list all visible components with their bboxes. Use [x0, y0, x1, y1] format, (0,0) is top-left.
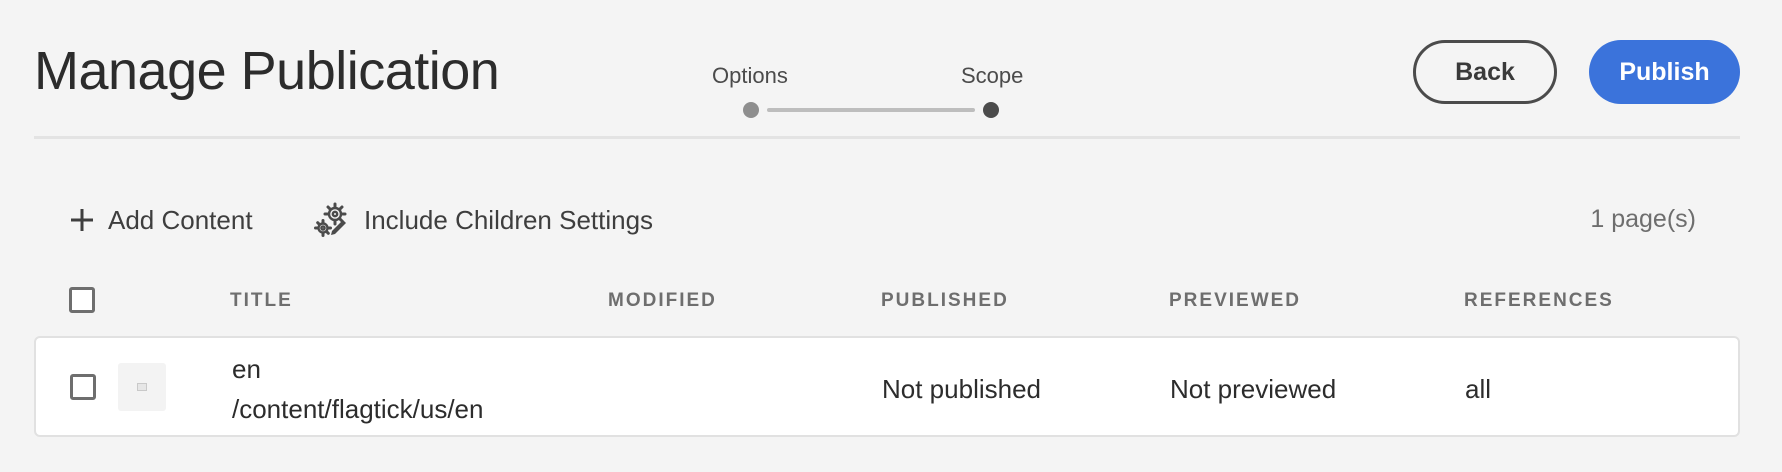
step-options-dot[interactable]: [743, 102, 759, 118]
column-header-modified[interactable]: MODIFIED: [608, 290, 717, 312]
add-content-label: Add Content: [108, 204, 253, 235]
row-references: all: [1465, 374, 1492, 404]
gears-icon: [314, 202, 347, 237]
add-content-button[interactable]: Add Content: [70, 200, 253, 240]
step-scope-dot[interactable]: [983, 102, 999, 118]
back-button[interactable]: Back: [1413, 40, 1557, 104]
column-header-references[interactable]: REFERENCES: [1464, 290, 1614, 312]
step-connector: [767, 108, 975, 112]
publish-button[interactable]: Publish: [1589, 40, 1740, 104]
column-header-title[interactable]: TITLE: [230, 290, 293, 312]
row-path: /content/flagtick/us/en: [232, 394, 484, 424]
wizard-stepper: Options Scope: [700, 56, 1030, 126]
column-header-published[interactable]: PUBLISHED: [881, 290, 1009, 312]
page-count: 1 page(s): [1590, 205, 1696, 233]
column-header-previewed[interactable]: PREVIEWED: [1169, 290, 1301, 312]
step-options-label: Options: [712, 63, 788, 88]
page-title: Manage Publication: [34, 41, 500, 101]
include-children-settings-button[interactable]: Include Children Settings: [312, 200, 653, 240]
row-previewed-status: Not previewed: [1170, 374, 1337, 404]
row-published-status: Not published: [882, 374, 1041, 404]
plus-icon: [71, 209, 93, 231]
include-children-label: Include Children Settings: [364, 204, 654, 235]
row-checkbox[interactable]: [70, 374, 96, 400]
step-scope-label: Scope: [961, 63, 1024, 88]
table-row[interactable]: en /content/flagtick/us/en Not published…: [34, 336, 1740, 437]
header-divider: [34, 136, 1740, 139]
page-thumbnail-icon: [118, 363, 166, 411]
row-title: en: [232, 354, 261, 384]
select-all-checkbox[interactable]: [69, 287, 95, 313]
